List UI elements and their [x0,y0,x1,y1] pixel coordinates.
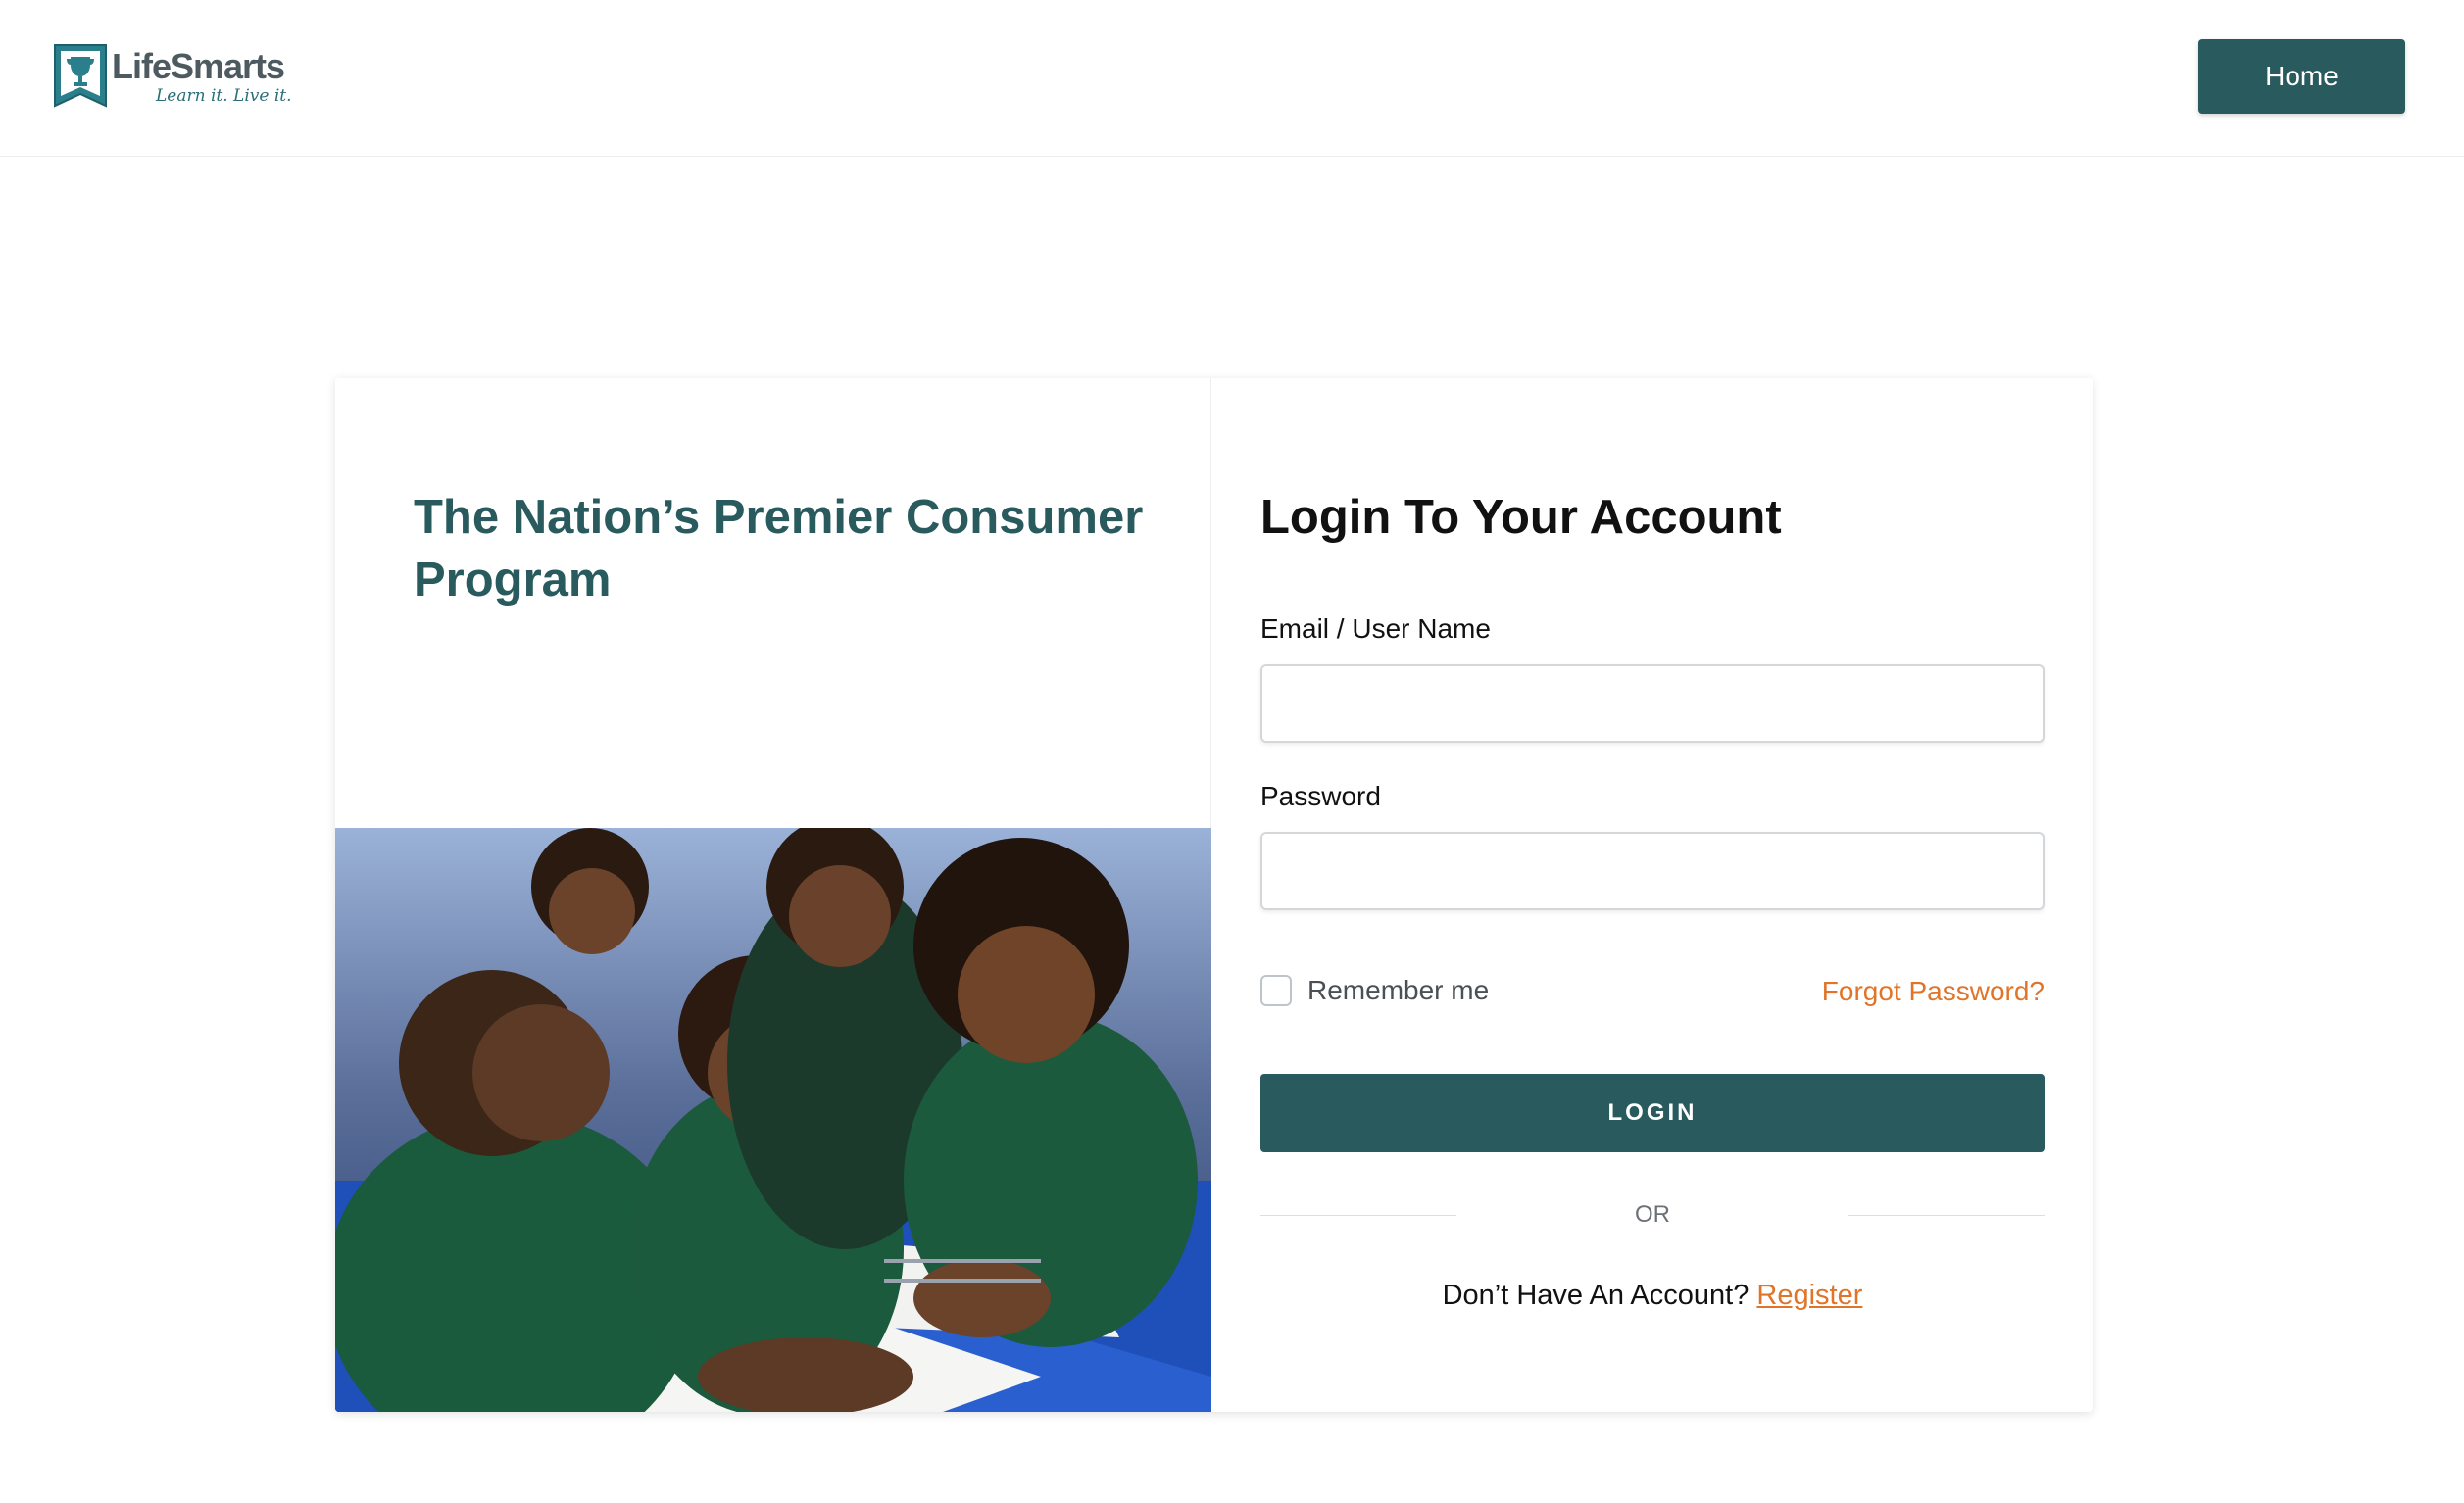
lifesmarts-logo[interactable]: LifeSmarts Learn it. Live it. [53,43,292,110]
program-tagline: The Nation’s Premier Consumer Program [414,491,1144,606]
password-label: Password [1260,781,1381,811]
no-account-text: Don’t Have An Account? [1442,1280,1749,1311]
checkbox-unchecked-icon[interactable] [1260,975,1292,1006]
register-prompt: Don’t Have An Account? Register [1260,1280,2045,1312]
or-divider: OR [1260,1195,2045,1235]
remember-me-label[interactable]: Remember me [1307,975,1489,1006]
top-navbar: LifeSmarts Learn it. Live it. Home [0,0,2464,157]
login-card: The Nation’s Premier Consumer Program Lo… [335,378,2093,1412]
trophy-logo-icon [54,44,107,108]
login-heading: Login To Your Account [1260,491,1782,544]
password-input[interactable] [1260,832,2045,910]
logo-tagline: Learn it. Live it. [156,86,292,106]
students-photo [335,828,1211,1412]
email-input[interactable] [1260,664,2045,743]
logo-wordmark: LifeSmarts [112,46,285,86]
register-link[interactable]: Register [1756,1280,1862,1311]
remember-me-control[interactable]: Remember me [1260,975,1489,1006]
login-button[interactable]: LOGIN [1260,1074,2045,1152]
home-button[interactable]: Home [2198,39,2405,114]
divider-line-right [1848,1215,2045,1216]
login-form: Login To Your Account Email / User Name … [1211,378,2093,1412]
email-label: Email / User Name [1260,613,1491,644]
promo-pane: The Nation’s Premier Consumer Program [335,378,1211,1412]
students-photo-illustration [335,828,1211,1412]
forgot-password-link[interactable]: Forgot Password? [1822,976,2045,1007]
